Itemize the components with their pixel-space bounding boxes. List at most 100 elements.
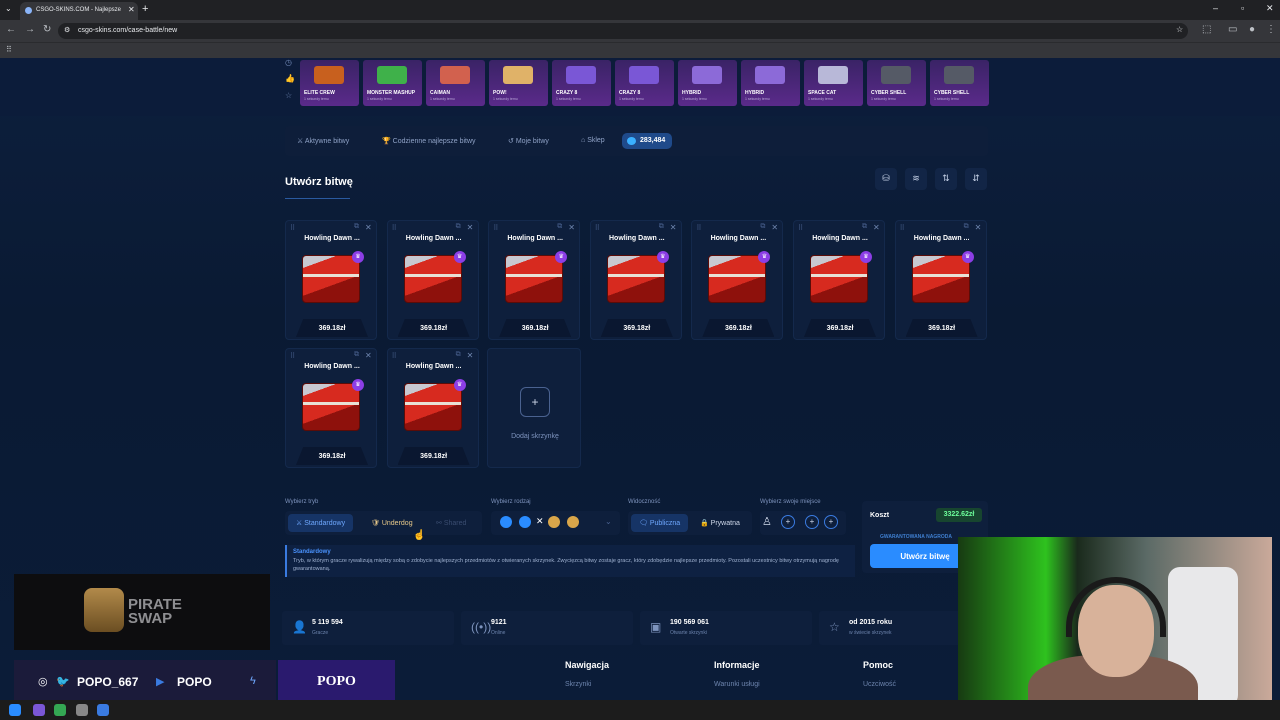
drop-item[interactable]: CYBER SHELL 1 sekundy temu — [867, 60, 926, 106]
case-card[interactable]: ⠿ ⧉ ✕ Howling Dawn ... ♛ 369.18zł — [793, 220, 885, 340]
remove-case-icon[interactable]: ✕ — [365, 351, 372, 360]
site-info-icon[interactable]: ⚙ — [64, 26, 70, 34]
remove-case-icon[interactable]: ✕ — [467, 351, 474, 360]
menu-shop[interactable]: ⌂ Sklep — [581, 137, 605, 144]
start-icon[interactable] — [9, 704, 21, 716]
browser-tab[interactable]: CSGO-SKINS.COM - Najlepsze ✕ — [20, 2, 138, 20]
seat-plus-button[interactable]: + — [824, 515, 838, 529]
taskbar-app-icon[interactable] — [33, 704, 45, 716]
menu-my-battles[interactable]: ↺ Moje bitwy — [508, 137, 549, 145]
drop-item[interactable]: HYBRID 1 sekundy temu — [678, 60, 737, 106]
drag-handle-icon[interactable]: ⠿ — [290, 352, 295, 360]
clock-icon[interactable]: ◷ — [285, 58, 292, 67]
coin-balance[interactable]: 283,484 — [622, 133, 672, 149]
drag-handle-icon[interactable]: ⠿ — [392, 224, 397, 232]
add-case-card[interactable]: + Dodaj skrzynkę — [487, 348, 581, 468]
close-tab-icon[interactable]: ✕ — [128, 5, 135, 14]
mode-selector: ⚔ Standardowy 🛡 Underdog ⚯ Shared — [285, 511, 482, 535]
remove-case-icon[interactable]: ✕ — [873, 223, 880, 232]
thumbs-up-icon[interactable]: 👍 — [285, 74, 295, 83]
remove-case-icon[interactable]: ✕ — [568, 223, 575, 232]
forward-icon[interactable]: → — [25, 24, 35, 35]
maximize-icon[interactable]: ▫ — [1241, 3, 1244, 13]
new-tab-icon[interactable]: + — [142, 3, 148, 15]
drag-handle-icon[interactable]: ⠿ — [696, 224, 701, 232]
seat-plus-button[interactable]: + — [781, 515, 795, 529]
copy-icon[interactable]: ⧉ — [354, 351, 359, 359]
menu-daily-best[interactable]: 🏆 Codzienne najlepsze bitwy — [382, 137, 476, 145]
remove-case-icon[interactable]: ✕ — [670, 223, 677, 232]
drag-handle-icon[interactable]: ⠿ — [392, 352, 397, 360]
remove-case-icon[interactable]: ✕ — [467, 223, 474, 232]
visibility-private-button[interactable]: 🔒 Prywatna — [692, 514, 748, 532]
stat-card: 👤 5 119 594 Gracze — [282, 611, 454, 645]
back-icon[interactable]: ← — [6, 24, 16, 35]
copy-icon[interactable]: ⧉ — [456, 223, 461, 231]
copy-icon[interactable]: ⧉ — [354, 223, 359, 231]
remove-case-icon[interactable]: ✕ — [771, 223, 778, 232]
coins-filter-button[interactable]: ⛁ — [875, 168, 897, 190]
apps-icon[interactable]: ⠿ — [6, 45, 12, 54]
drop-item[interactable]: CYBER SHELL 1 sekundy temu — [930, 60, 989, 106]
extensions-icon[interactable]: ⬚ — [1202, 24, 1211, 35]
drag-handle-icon[interactable]: ⠿ — [290, 224, 295, 232]
seat-plus-button[interactable]: + — [805, 515, 819, 529]
sort-asc-button[interactable]: ⇅ — [935, 168, 957, 190]
minimize-icon[interactable]: – — [1213, 3, 1218, 13]
tab-list-icon[interactable]: ⌄ — [5, 4, 12, 13]
bookmark-star-icon[interactable]: ☆ — [1176, 25, 1183, 34]
drop-item[interactable]: ELITE CREW 1 sekundy temu — [300, 60, 359, 106]
copy-icon[interactable]: ⧉ — [862, 223, 867, 231]
footer-link-cases[interactable]: Skrzynki — [565, 681, 591, 688]
case-card[interactable]: ⠿ ⧉ ✕ Howling Dawn ... ♛ 369.18zł — [386, 348, 479, 468]
remove-case-icon[interactable]: ✕ — [975, 223, 982, 232]
taskbar-app-icon[interactable] — [97, 704, 109, 716]
remove-case-icon[interactable]: ✕ — [365, 223, 372, 232]
drop-item[interactable]: MONSTER MASHUP 1 sekundy temu — [363, 60, 422, 106]
drag-handle-icon[interactable]: ⠿ — [900, 224, 905, 232]
menu-icon[interactable]: ⋮ — [1266, 24, 1276, 35]
copy-icon[interactable]: ⧉ — [659, 223, 664, 231]
copy-icon[interactable]: ⧉ — [964, 223, 969, 231]
chrome-icon[interactable] — [54, 704, 66, 716]
case-card[interactable]: ⠿ ⧉ ✕ Howling Dawn ... ♛ 369.18zł — [285, 348, 377, 468]
mode-shared-button[interactable]: ⚯ Shared — [428, 514, 474, 532]
taskbar-app-icon[interactable] — [76, 704, 88, 716]
case-card[interactable]: ⠿ ⧉ ✕ Howling Dawn ... ♛ 369.18zł — [894, 220, 987, 340]
drop-item[interactable]: POW! 1 sekundy temu — [489, 60, 548, 106]
mode-standard-button[interactable]: ⚔ Standardowy — [288, 514, 354, 532]
footer-link-fairness[interactable]: Uczciwość — [863, 681, 896, 688]
star-filter-icon[interactable]: ☆ — [285, 91, 292, 100]
drop-item[interactable]: CAIMAN 1 sekundy temu — [426, 60, 485, 106]
drop-item[interactable]: SPACE CAT 1 sekundy temu — [804, 60, 863, 106]
copy-icon[interactable]: ⧉ — [557, 223, 562, 231]
copy-icon[interactable]: ⧉ — [456, 351, 461, 359]
drop-item-name: HYBRID — [682, 90, 702, 96]
mode-underdog-button[interactable]: 🛡 Underdog — [363, 514, 421, 532]
case-card[interactable]: ⠿ ⧉ ✕ Howling Dawn ... ♛ 369.18zł — [285, 220, 377, 340]
profile-icon[interactable]: ● — [1249, 24, 1255, 35]
visibility-public-button[interactable]: 🗨 Publiczna — [631, 514, 689, 532]
sort-desc-button[interactable]: ⇵ — [965, 168, 987, 190]
drop-item[interactable]: CRAZY 81 sekundy temu — [615, 60, 674, 106]
menu-active-battles[interactable]: ⚔ Aktywne bitwy — [297, 137, 349, 145]
drag-handle-icon[interactable]: ⠿ — [798, 224, 803, 232]
cast-icon[interactable]: ▭ — [1228, 24, 1237, 35]
drop-item[interactable]: CRAZY 81 sekundy temu — [552, 60, 611, 106]
case-card[interactable]: ⠿ ⧉ ✕ Howling Dawn ... ♛ 369.18zł — [691, 220, 784, 340]
chevron-down-icon[interactable]: ⌄ — [605, 517, 612, 526]
layers-button[interactable]: ≋ — [905, 168, 927, 190]
case-card[interactable]: ⠿ ⧉ ✕ Howling Dawn ... ♛ 369.18zł — [488, 220, 581, 340]
close-window-icon[interactable]: ✕ — [1266, 3, 1274, 14]
case-card[interactable]: ⠿ ⧉ ✕ Howling Dawn ... ♛ 369.18zł — [386, 220, 479, 340]
address-bar[interactable]: ⚙ csgo-skins.com/case-battle/new ☆ — [58, 23, 1188, 39]
footer-link-terms[interactable]: Warunki usługi — [714, 681, 760, 688]
copy-icon[interactable]: ⧉ — [760, 223, 765, 231]
drag-handle-icon[interactable]: ⠿ — [595, 224, 600, 232]
type-selector[interactable]: ✕ ⌄ — [491, 511, 620, 535]
reload-icon[interactable]: ↻ — [43, 24, 51, 35]
drag-handle-icon[interactable]: ⠿ — [493, 224, 498, 232]
case-card[interactable]: ⠿ ⧉ ✕ Howling Dawn ... ♛ 369.18zł — [589, 220, 682, 340]
drop-item[interactable]: HYBRID 1 sekundy temu — [741, 60, 800, 106]
plus-icon[interactable]: + — [520, 387, 550, 417]
